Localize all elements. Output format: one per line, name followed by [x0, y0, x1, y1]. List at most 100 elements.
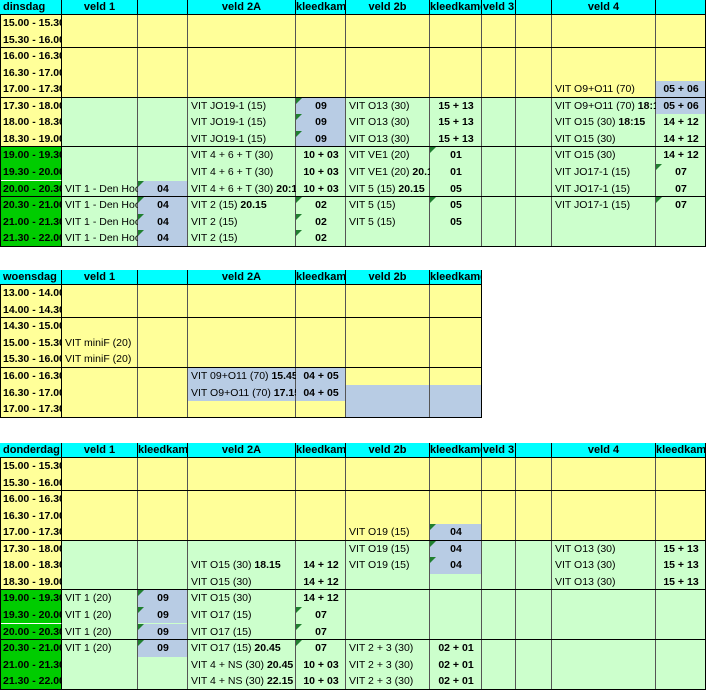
booking-cell[interactable]: VIT 2 + 3 (30) [346, 640, 430, 657]
dressing-room-cell[interactable]: 01 [430, 164, 482, 181]
booking-cell[interactable]: VIT 2 + 3 (30) [346, 673, 430, 690]
booking-cell[interactable]: VIT JO19-1 (15) [188, 114, 296, 131]
booking-cell[interactable]: VIT JO19-1 (15) [188, 98, 296, 115]
booking-cell[interactable]: VIT miniF (20) [62, 351, 138, 368]
dressing-room-cell[interactable]: 09 [296, 130, 346, 148]
dressing-room-cell[interactable]: 02 + 01 [430, 640, 482, 657]
booking-cell[interactable]: VIT O15 (30) [188, 590, 296, 607]
booking-cell[interactable]: VIT VE1 (20) 20.15 [346, 164, 430, 181]
booking-cell[interactable]: VIT 1 (20) [62, 640, 138, 657]
booking-cell[interactable]: VIT O17 (15) [188, 624, 296, 641]
dressing-room-cell[interactable]: 04 [138, 180, 188, 198]
booking-cell[interactable]: VIT JO17-1 (15) [552, 181, 656, 198]
booking-cell[interactable]: VIT 4 + 6 + T (30) [188, 164, 296, 181]
booking-cell[interactable]: VIT 2 (15) [188, 214, 296, 231]
dressing-room-cell[interactable]: 14 + 12 [296, 574, 346, 591]
dressing-room-cell[interactable]: 09 [296, 97, 346, 115]
dressing-room-cell[interactable]: 04 [430, 524, 482, 541]
dressing-room-cell[interactable]: 02 + 01 [430, 673, 482, 690]
dressing-room-cell[interactable]: 04 [138, 213, 188, 231]
booking-cell[interactable]: VIT JO17-1 (15) [552, 164, 656, 181]
dressing-room-cell[interactable]: 09 [138, 606, 188, 624]
dressing-room-cell[interactable]: 07 [656, 197, 706, 214]
booking-cell[interactable]: VIT 2 + 3 (30) [346, 657, 430, 674]
dressing-room-cell[interactable]: 14 + 12 [656, 147, 706, 164]
booking-cell[interactable]: VIT 5 (15) [346, 197, 430, 214]
booking-cell[interactable]: VIT O13 (30) [552, 574, 656, 591]
dressing-room-cell[interactable]: 04 + 05 [296, 368, 346, 385]
booking-cell[interactable]: VIT 1 - Den Hoorn [62, 230, 138, 247]
dressing-room-cell[interactable]: 10 + 03 [296, 657, 346, 674]
booking-cell[interactable]: VIT O17 (15) 20.45 [188, 640, 296, 657]
booking-cell[interactable]: VIT O9+O11 (70) [552, 81, 656, 98]
booking-cell[interactable]: VIT 4 + 6 + T (30) 20:15 [188, 181, 296, 198]
dressing-room-cell[interactable]: 10 + 03 [296, 673, 346, 690]
dressing-room-cell[interactable]: 14 + 12 [656, 131, 706, 148]
booking-cell[interactable]: VIT 1 (20) [62, 607, 138, 624]
booking-cell[interactable]: VIT miniF (20) [62, 335, 138, 352]
dressing-room-cell[interactable]: 05 + 06 [656, 81, 706, 98]
dressing-room-cell[interactable]: 07 [656, 163, 706, 181]
dressing-room-cell[interactable]: 07 [656, 181, 706, 198]
booking-cell[interactable]: VIT 1 (20) [62, 590, 138, 607]
booking-cell[interactable]: VIT 1 (20) [62, 624, 138, 641]
booking-cell[interactable]: VIT 1 - Den Hoorn [62, 214, 138, 231]
dressing-room-cell[interactable]: 09 [296, 114, 346, 131]
dressing-room-cell[interactable]: 07 [296, 640, 346, 657]
booking-cell[interactable]: VIT O13 (30) [552, 557, 656, 574]
booking-cell[interactable]: VIT O19 (15) [346, 557, 430, 574]
dressing-room-cell[interactable]: 02 [296, 230, 346, 247]
dressing-room-cell[interactable]: 10 + 03 [296, 181, 346, 198]
dressing-room-cell[interactable]: 04 + 05 [296, 385, 346, 402]
dressing-room-cell[interactable]: 02 [296, 197, 346, 214]
booking-cell[interactable]: VIT O15 (30) 18.15 [188, 557, 296, 574]
booking-cell[interactable]: VIT 5 (15) 20.15 [346, 181, 430, 198]
dressing-room-cell[interactable]: 09 [138, 640, 188, 657]
booking-cell[interactable]: VIT O13 (30) [346, 98, 430, 115]
dressing-room-cell[interactable]: 05 [430, 214, 482, 231]
booking-cell[interactable]: VIT O15 (30) 18:15 [552, 114, 656, 131]
dressing-room-cell[interactable]: 15 + 13 [656, 557, 706, 574]
booking-cell[interactable]: VIT O15 (30) [188, 574, 296, 591]
booking-cell[interactable]: VIT O15 (30) [552, 147, 656, 164]
booking-cell[interactable]: VIT 4 + 6 + T (30) [188, 147, 296, 164]
booking-cell[interactable]: VIT O13 (30) [346, 131, 430, 148]
dressing-room-cell[interactable]: 14 + 12 [296, 557, 346, 574]
dressing-room-cell[interactable]: 14 + 12 [296, 590, 346, 607]
dressing-room-cell[interactable]: 04 [430, 557, 482, 574]
booking-cell[interactable]: VIT 5 (15) [346, 214, 430, 231]
booking-cell[interactable]: VIT JO17-1 (15) [552, 197, 656, 214]
dressing-room-cell[interactable]: 04 [430, 540, 482, 558]
booking-cell[interactable]: VIT O13 (30) [552, 541, 656, 558]
dressing-room-cell[interactable]: 07 [296, 623, 346, 641]
dressing-room-cell[interactable]: 10 + 03 [296, 147, 346, 164]
booking-cell[interactable]: VIT O19 (15) [346, 541, 430, 558]
dressing-room-cell[interactable]: 15 + 13 [656, 574, 706, 591]
booking-cell[interactable]: VIT 4 + NS (30) 22.15 [188, 673, 296, 690]
dressing-room-cell[interactable]: 07 [296, 606, 346, 624]
dressing-room-cell[interactable]: 09 [138, 590, 188, 607]
dressing-room-cell[interactable]: 05 [430, 197, 482, 214]
dressing-room-cell[interactable]: 01 [430, 147, 482, 164]
booking-cell[interactable]: VIT 2 (15) 20.15 [188, 197, 296, 214]
dressing-room-cell[interactable]: 04 [138, 230, 188, 247]
dressing-room-cell[interactable]: 15 + 13 [430, 98, 482, 115]
booking-cell[interactable]: VIT 09+O11 (70) 15.45 [188, 368, 296, 385]
dressing-room-cell[interactable]: 10 + 03 [296, 164, 346, 181]
booking-cell[interactable]: VIT 4 + NS (30) 20.45 [188, 657, 296, 674]
dressing-room-cell[interactable]: 09 [138, 623, 188, 641]
booking-cell[interactable]: VIT 2 (15) [188, 230, 296, 247]
booking-cell[interactable]: VIT O9+O11 (70) 18:15 [552, 98, 656, 115]
booking-cell[interactable]: VIT O13 (30) [346, 114, 430, 131]
dressing-room-cell[interactable]: 02 [296, 213, 346, 231]
dressing-room-cell[interactable]: 15 + 13 [656, 541, 706, 558]
booking-cell[interactable]: VIT O19 (15) [346, 524, 430, 541]
booking-cell[interactable]: VIT 1 - Den Hoorn [62, 197, 138, 214]
booking-cell[interactable]: VIT JO19-1 (15) [188, 131, 296, 148]
dressing-room-cell[interactable]: 04 [138, 197, 188, 214]
dressing-room-cell[interactable]: 05 + 06 [656, 98, 706, 115]
booking-cell[interactable]: VIT VE1 (20) [346, 147, 430, 164]
dressing-room-cell[interactable]: 05 [430, 181, 482, 198]
dressing-room-cell[interactable]: 14 + 12 [656, 114, 706, 131]
booking-cell[interactable]: VIT O17 (15) [188, 607, 296, 624]
